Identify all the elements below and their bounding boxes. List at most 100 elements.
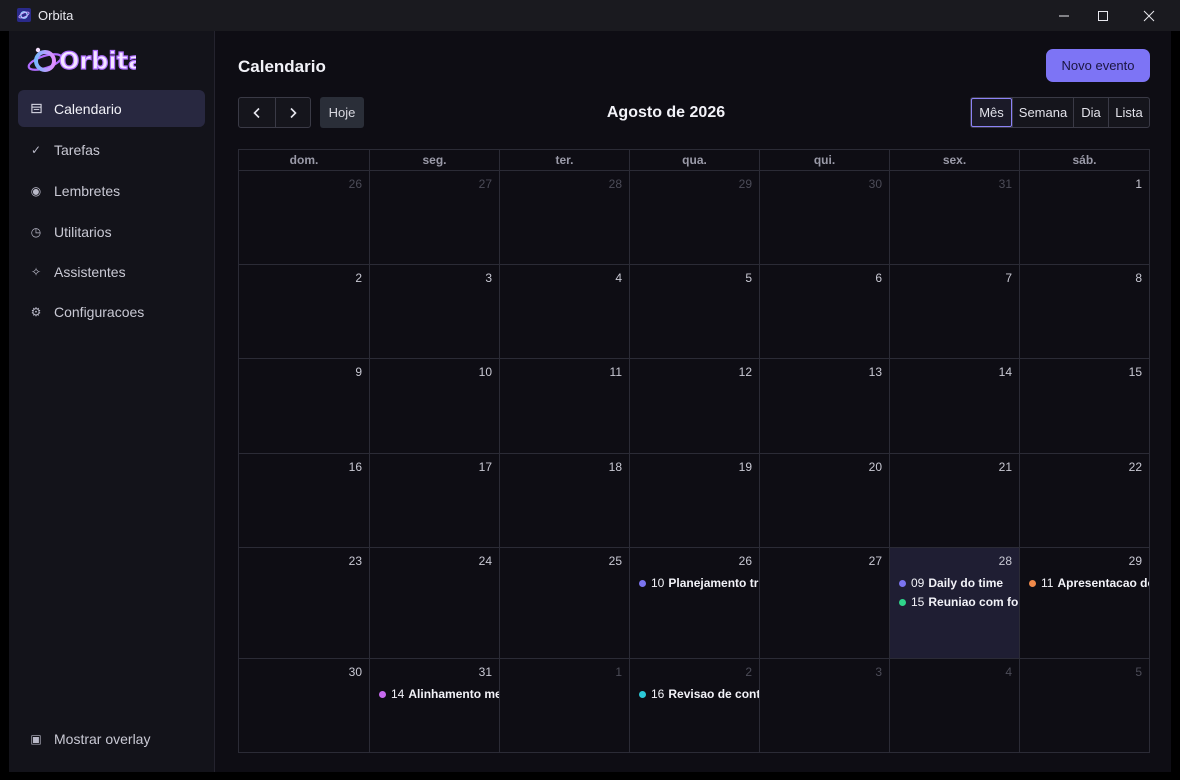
day-number[interactable]: 4 xyxy=(1005,665,1012,679)
day-cell[interactable]: 28 xyxy=(499,171,629,264)
day-number[interactable]: 11 xyxy=(610,365,622,379)
day-number[interactable]: 30 xyxy=(869,177,882,191)
calendar-event[interactable]: 16Revisao de contratos xyxy=(639,686,759,702)
day-cell[interactable]: 31 xyxy=(889,171,1019,264)
day-number[interactable]: 27 xyxy=(479,177,492,191)
prev-month-button[interactable] xyxy=(239,98,275,127)
day-cell[interactable]: 8 xyxy=(1019,265,1149,358)
sidebar-item-lembretes[interactable]: ◉ Lembretes xyxy=(18,172,205,209)
new-event-button[interactable]: Novo evento xyxy=(1046,49,1150,82)
day-number[interactable]: 28 xyxy=(609,177,622,191)
day-number[interactable]: 25 xyxy=(609,554,622,568)
day-cell[interactable]: 3 xyxy=(369,265,499,358)
show-overlay-button[interactable]: ▣ Mostrar overlay xyxy=(18,721,205,757)
sidebar-item-tarefas[interactable]: ✓ Tarefas xyxy=(18,131,205,168)
day-cell[interactable]: 5 xyxy=(629,265,759,358)
day-number[interactable]: 4 xyxy=(615,271,622,285)
day-number[interactable]: 21 xyxy=(999,460,1012,474)
day-number[interactable]: 9 xyxy=(355,365,362,379)
day-cell[interactable]: 18 xyxy=(499,454,629,547)
day-number[interactable]: 20 xyxy=(869,460,882,474)
day-cell-today[interactable]: 28 09Daily do time 15Reuniao com fornecedo… xyxy=(889,548,1019,658)
day-cell[interactable]: 2 16Revisao de contratos xyxy=(629,659,759,753)
day-number[interactable]: 1 xyxy=(615,665,622,679)
calendar-event[interactable]: 14Alinhamento mensal xyxy=(379,686,499,702)
close-button[interactable] xyxy=(1126,0,1172,31)
day-number[interactable]: 23 xyxy=(349,554,362,568)
day-number[interactable]: 19 xyxy=(739,460,752,474)
day-cell[interactable]: 2 xyxy=(239,265,369,358)
day-cell[interactable]: 29 11Apresentacao do projeto xyxy=(1019,548,1149,658)
day-number[interactable]: 27 xyxy=(869,554,882,568)
day-number[interactable]: 22 xyxy=(1129,460,1142,474)
day-number[interactable]: 10 xyxy=(479,365,492,379)
day-number[interactable]: 7 xyxy=(1005,271,1012,285)
day-number[interactable]: 29 xyxy=(1129,554,1142,568)
day-cell[interactable]: 30 xyxy=(239,659,369,753)
view-month-button[interactable]: Mês xyxy=(971,98,1012,127)
day-cell[interactable]: 29 xyxy=(629,171,759,264)
day-number[interactable]: 8 xyxy=(1135,271,1142,285)
day-cell[interactable]: 27 xyxy=(759,548,889,658)
day-number[interactable]: 5 xyxy=(1135,665,1142,679)
day-number[interactable]: 13 xyxy=(869,365,882,379)
day-cell[interactable]: 1 xyxy=(499,659,629,753)
sidebar-item-configuracoes[interactable]: ⚙ Configuracoes xyxy=(18,293,205,330)
view-list-button[interactable]: Lista xyxy=(1108,98,1149,127)
calendar-event[interactable]: 09 Daily do time xyxy=(899,575,1003,591)
day-number[interactable]: 5 xyxy=(745,271,752,285)
day-number[interactable]: 26 xyxy=(739,554,752,568)
day-cell[interactable]: 23 xyxy=(239,548,369,658)
day-cell[interactable]: 9 xyxy=(239,359,369,453)
day-cell[interactable]: 12 xyxy=(629,359,759,453)
day-cell[interactable]: 25 xyxy=(499,548,629,658)
day-cell[interactable]: 26 xyxy=(239,171,369,264)
day-cell[interactable]: 7 xyxy=(889,265,1019,358)
day-number[interactable]: 17 xyxy=(479,460,492,474)
day-number[interactable]: 28 xyxy=(999,554,1012,568)
day-cell[interactable]: 14 xyxy=(889,359,1019,453)
day-number[interactable]: 31 xyxy=(479,665,492,679)
day-cell[interactable]: 15 xyxy=(1019,359,1149,453)
day-number[interactable]: 30 xyxy=(349,665,362,679)
maximize-button[interactable] xyxy=(1080,0,1126,31)
view-week-button[interactable]: Semana xyxy=(1012,98,1073,127)
day-number[interactable]: 16 xyxy=(349,460,362,474)
day-number[interactable]: 12 xyxy=(739,365,752,379)
day-cell[interactable]: 13 xyxy=(759,359,889,453)
sidebar-item-utilitarios[interactable]: ◷ Utilitarios xyxy=(18,213,205,250)
day-cell[interactable]: 4 xyxy=(889,659,1019,753)
day-cell[interactable]: 24 xyxy=(369,548,499,658)
sidebar-item-assistentes[interactable]: ✧ Assistentes xyxy=(18,253,205,290)
day-cell[interactable]: 5 xyxy=(1019,659,1149,753)
next-month-button[interactable] xyxy=(274,98,311,127)
day-number[interactable]: 3 xyxy=(875,665,882,679)
day-number[interactable]: 3 xyxy=(485,271,492,285)
day-cell[interactable]: 27 xyxy=(369,171,499,264)
day-cell[interactable]: 3 xyxy=(759,659,889,753)
day-cell[interactable]: 16 xyxy=(239,454,369,547)
day-number[interactable]: 2 xyxy=(745,665,752,679)
day-number[interactable]: 15 xyxy=(1129,365,1142,379)
sidebar-item-calendario[interactable]: Calendario xyxy=(18,90,205,127)
day-cell[interactable]: 31 14Alinhamento mensal xyxy=(369,659,499,753)
day-cell[interactable]: 20 xyxy=(759,454,889,547)
day-number[interactable]: 1 xyxy=(1135,177,1142,191)
day-cell[interactable]: 30 xyxy=(759,171,889,264)
day-number[interactable]: 29 xyxy=(739,177,752,191)
day-number[interactable]: 24 xyxy=(479,554,492,568)
day-cell[interactable]: 19 xyxy=(629,454,759,547)
day-cell[interactable]: 6 xyxy=(759,265,889,358)
calendar-event[interactable]: 15Reuniao com fornecedor xyxy=(899,594,1019,610)
calendar-event[interactable]: 10Planejamento trimestral xyxy=(639,575,759,591)
day-number[interactable]: 31 xyxy=(999,177,1012,191)
day-cell[interactable]: 1 xyxy=(1019,171,1149,264)
day-cell[interactable]: 26 10Planejamento trimestral xyxy=(629,548,759,658)
calendar-event[interactable]: 11Apresentacao do projeto xyxy=(1029,575,1149,591)
day-cell[interactable]: 4 xyxy=(499,265,629,358)
day-number[interactable]: 26 xyxy=(349,177,362,191)
today-button[interactable]: Hoje xyxy=(320,97,364,128)
day-cell[interactable]: 11 xyxy=(499,359,629,453)
day-cell[interactable]: 10 xyxy=(369,359,499,453)
day-number[interactable]: 14 xyxy=(999,365,1012,379)
